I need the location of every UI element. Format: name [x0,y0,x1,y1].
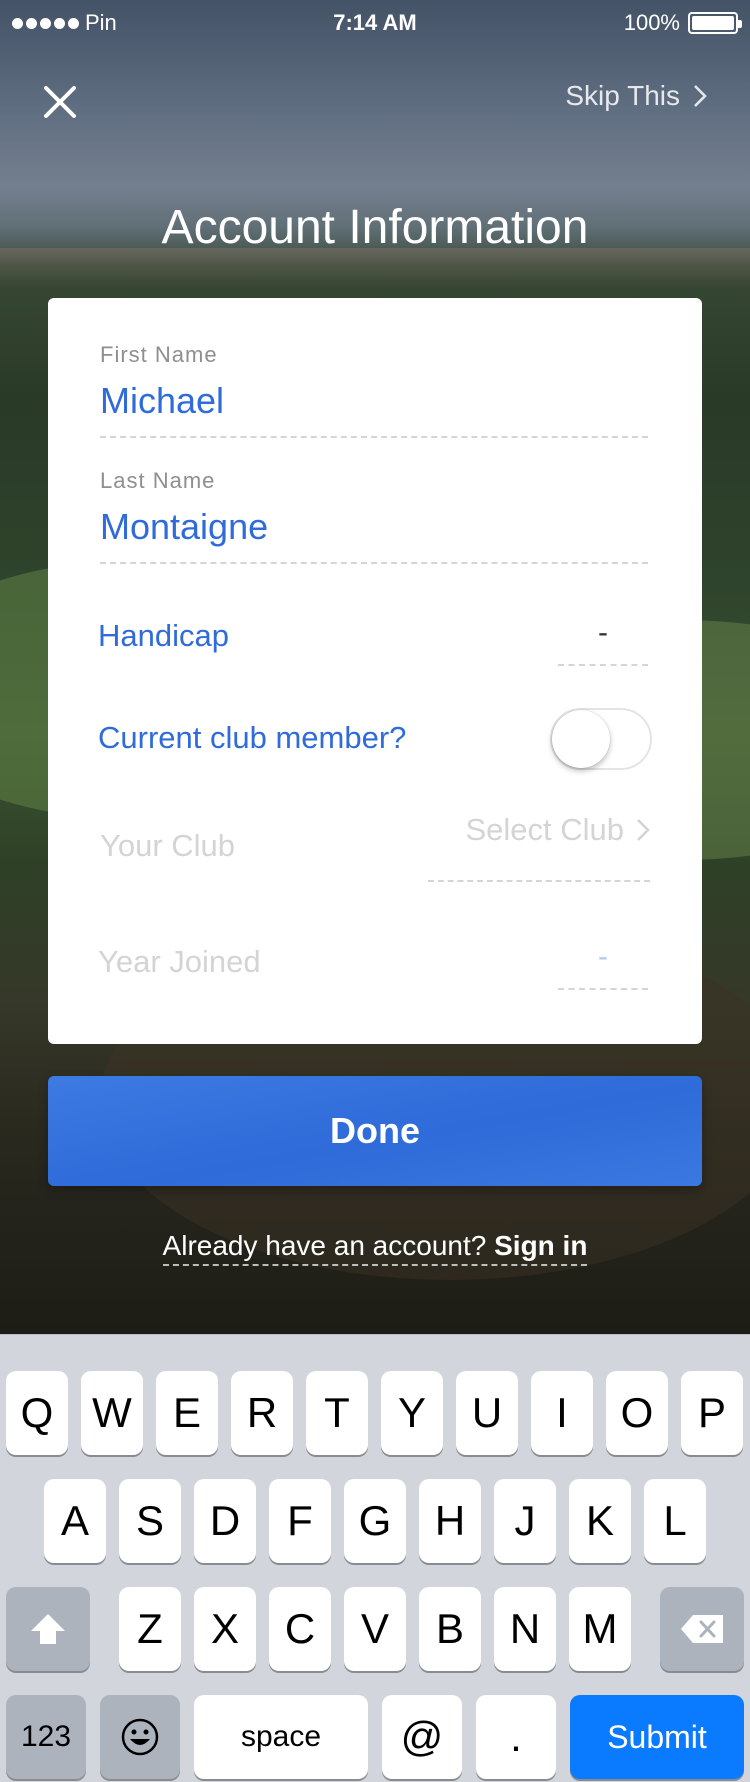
year-joined-label: Year Joined [98,944,261,979]
key-g[interactable]: G [344,1479,406,1563]
submit-key[interactable]: Submit [570,1695,744,1779]
key-i[interactable]: I [531,1371,593,1455]
dot-key[interactable]: . [476,1695,556,1779]
key-u[interactable]: U [456,1371,518,1455]
status-bar: Pin 7:14 AM 100% [0,0,750,44]
key-r[interactable]: R [231,1371,293,1455]
battery-percent: 100% [623,10,680,35]
last-name-label: Last Name [100,468,216,493]
at-key[interactable]: @ [382,1695,462,1779]
key-b[interactable]: B [419,1587,481,1671]
backspace-icon [681,1615,723,1643]
last-name-underline [100,562,648,564]
key-l[interactable]: L [644,1479,706,1563]
key-c[interactable]: C [269,1587,331,1671]
key-f[interactable]: F [269,1479,331,1563]
year-joined-underline [558,988,648,990]
key-j[interactable]: J [494,1479,556,1563]
signin-prompt: Already have an account? Sign in [0,1230,750,1266]
key-y[interactable]: Y [381,1371,443,1455]
close-icon [44,86,76,118]
skip-label: Skip This [565,80,680,111]
club-member-label: Current club member? [98,720,407,755]
key-o[interactable]: O [606,1371,668,1455]
battery-icon [688,12,742,34]
backspace-key[interactable] [660,1587,744,1671]
numbers-key[interactable]: 123 [6,1695,86,1779]
key-p[interactable]: P [681,1371,743,1455]
key-z[interactable]: Z [119,1587,181,1671]
club-member-toggle[interactable] [550,708,652,770]
account-form-card: First Name Michael Last Name Montaigne H… [48,298,702,1044]
key-d[interactable]: D [194,1479,256,1563]
key-s[interactable]: S [119,1479,181,1563]
key-e[interactable]: E [156,1371,218,1455]
key-v[interactable]: V [344,1587,406,1671]
space-key[interactable]: space [194,1695,368,1779]
signin-link-text: Sign in [494,1230,588,1261]
shift-key[interactable] [6,1587,90,1671]
emoji-icon [121,1718,159,1756]
skip-button[interactable]: Skip This [565,80,708,112]
first-name-input[interactable]: Michael [100,380,224,422]
signin-link[interactable]: Already have an account? Sign in [162,1230,588,1266]
year-joined-input[interactable]: - [558,940,648,974]
your-club-underline [428,880,650,882]
handicap-underline [558,664,648,666]
close-button[interactable] [40,82,80,122]
handicap-input[interactable]: - [558,616,648,650]
first-name-underline [100,436,648,438]
key-w[interactable]: W [81,1371,143,1455]
key-k[interactable]: K [569,1479,631,1563]
chevron-right-icon [694,85,707,107]
done-button[interactable]: Done [48,1076,702,1186]
page-title: Account Information [161,201,589,254]
key-a[interactable]: A [44,1479,106,1563]
first-name-label: First Name [100,342,218,367]
handicap-label: Handicap [98,618,229,653]
select-club-button[interactable]: Select Club [428,812,650,848]
keyboard: Q W E R T Y U I O P A S D F G H J K L Z … [0,1334,750,1782]
emoji-key[interactable] [100,1695,180,1779]
key-h[interactable]: H [419,1479,481,1563]
your-club-label: Your Club [100,828,236,863]
key-x[interactable]: X [194,1587,256,1671]
last-name-input[interactable]: Montaigne [100,506,268,548]
shift-icon [31,1614,65,1644]
key-m[interactable]: M [569,1587,631,1671]
key-t[interactable]: T [306,1371,368,1455]
signin-prompt-text: Already have an account? [162,1230,487,1261]
toggle-knob [552,710,610,768]
select-club-label: Select Club [465,812,624,847]
key-n[interactable]: N [494,1587,556,1671]
key-q[interactable]: Q [6,1371,68,1455]
chevron-right-icon [637,819,650,841]
